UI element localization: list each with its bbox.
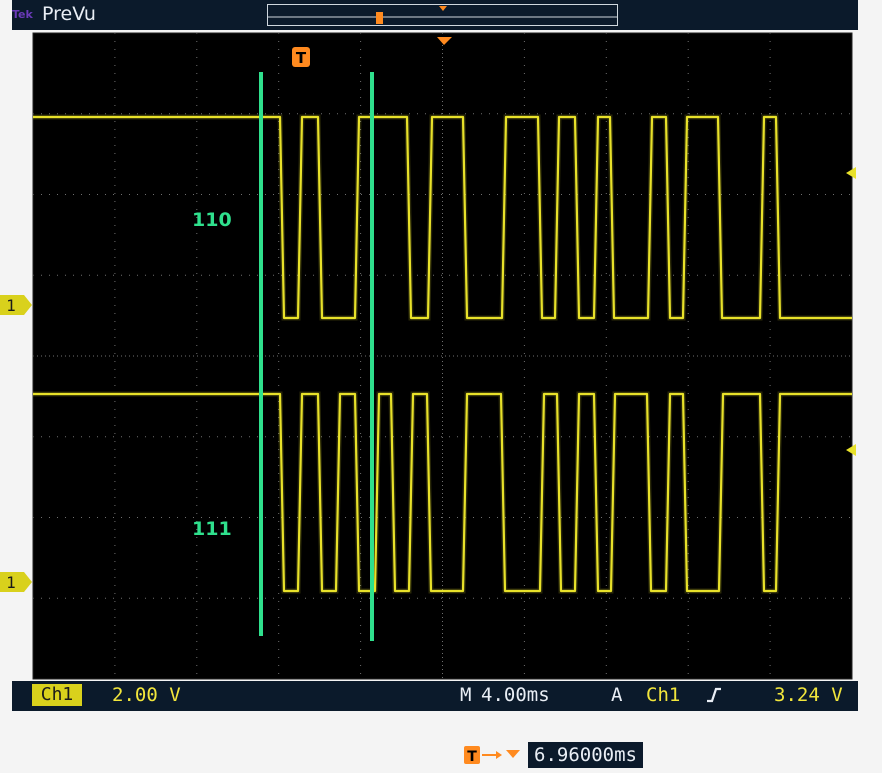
trigger-delay-value: 6.96000ms (528, 742, 643, 768)
ch1-marker-label: 1 (6, 296, 16, 315)
channel-indicator[interactable]: Ch1 (32, 684, 82, 706)
record-window-handle[interactable] (376, 12, 383, 24)
svg-text:T: T (467, 749, 477, 765)
brand-logo: Tek (12, 4, 42, 26)
trigger-mode: A (611, 684, 623, 706)
timebase-value: 4.00ms (481, 684, 550, 706)
vertical-scale: 2.00 V (112, 684, 181, 706)
ch1-ground-marker-upper[interactable]: 1 (0, 295, 32, 315)
rising-edge-icon (707, 687, 721, 703)
oscilloscope-screen: T 1 1 Tek PreVu 110 111 Ch1 2.00 V M 4.0… (0, 0, 882, 773)
trigger-position-marker[interactable]: T (292, 47, 310, 67)
record-view-bar[interactable] (267, 4, 618, 26)
cursor-label-upper: 110 (192, 209, 232, 231)
timebase-label: M (460, 684, 472, 706)
trigger-source: Ch1 (646, 684, 681, 706)
trigger-delay-readout: T 6.96000ms (462, 742, 702, 768)
trigger-marker-label: T (296, 49, 307, 67)
display-area: T 1 1 (0, 32, 856, 680)
acquisition-mode: PreVu (42, 3, 96, 25)
trigger-level: 3.24 V (774, 684, 843, 706)
record-trigger-icon (439, 6, 447, 11)
cursor-label-lower: 111 (192, 518, 232, 540)
trigger-delay-icon: T (464, 746, 520, 765)
ch1-marker-label-lower: 1 (6, 573, 16, 592)
ch1-ground-marker-lower[interactable]: 1 (0, 572, 32, 592)
